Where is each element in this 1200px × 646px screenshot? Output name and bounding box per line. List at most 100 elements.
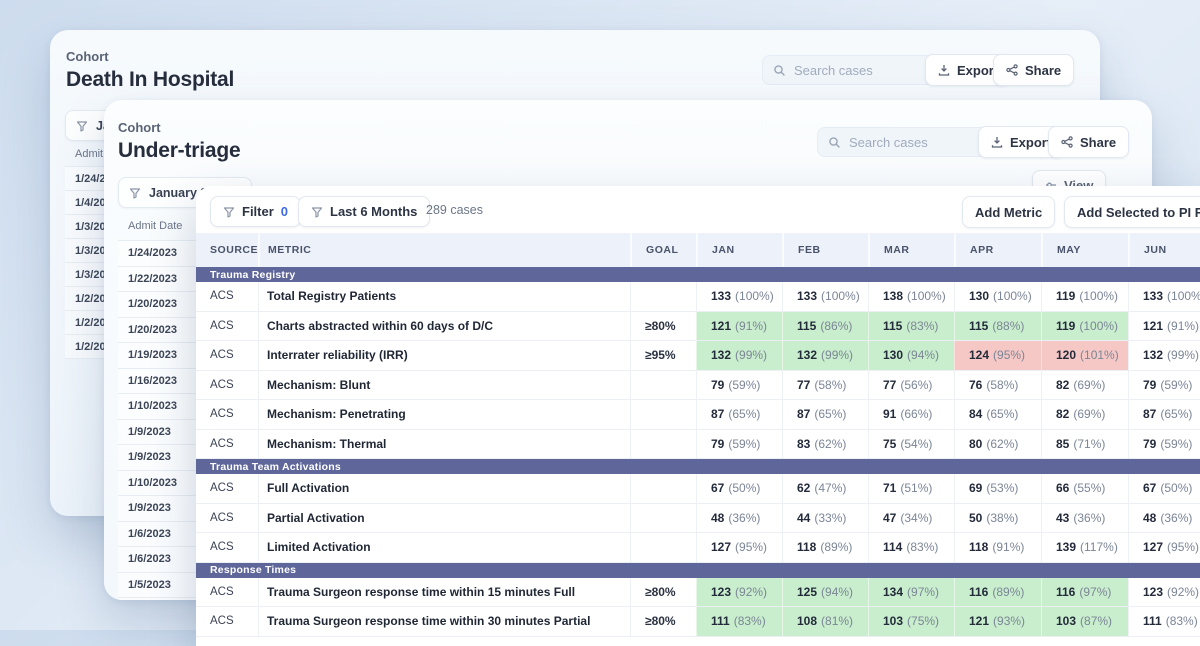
- share-label: Share: [1025, 63, 1061, 78]
- value-number: 71: [883, 481, 896, 495]
- funnel-icon: [76, 120, 88, 132]
- share-button[interactable]: Share: [993, 54, 1074, 86]
- value-cell: 103(75%): [868, 607, 954, 636]
- value-percent: (92%): [735, 585, 767, 599]
- add-metric-button[interactable]: Add Metric: [962, 196, 1055, 228]
- value-percent: (99%): [1167, 348, 1199, 362]
- value-cell: 77(56%): [868, 371, 954, 400]
- value-cell: 87(65%): [696, 400, 782, 429]
- metric-name-cell: Mechanism: Penetrating: [258, 400, 630, 429]
- source-cell: ACS: [196, 312, 258, 341]
- value-cell: 125(94%): [782, 578, 868, 607]
- share-label: Share: [1080, 135, 1116, 150]
- metric-row[interactable]: ACSFull Activation67(50%)62(47%)71(51%)6…: [196, 474, 1200, 504]
- export-label: Export: [1010, 135, 1051, 150]
- add-selected-label: Add Selected to PI Review: [1077, 205, 1200, 220]
- share-button[interactable]: Share: [1048, 126, 1129, 158]
- value-percent: (91%): [735, 319, 767, 333]
- value-percent: (97%): [1079, 585, 1111, 599]
- value-percent: (83%): [906, 540, 938, 554]
- column-header-metric[interactable]: METRIC: [258, 233, 630, 267]
- source-cell: ACS: [196, 504, 258, 533]
- value-number: 91: [883, 407, 896, 421]
- value-number: 125: [797, 585, 817, 599]
- column-header-goal[interactable]: GOAL: [630, 233, 696, 267]
- section-header: Trauma Registry: [196, 267, 1200, 282]
- value-percent: (88%): [992, 319, 1024, 333]
- metric-row[interactable]: ACSTotal Registry Patients133(100%)133(1…: [196, 282, 1200, 312]
- column-header-mar[interactable]: MAR: [868, 233, 954, 267]
- value-percent: (100%): [907, 289, 946, 303]
- value-number: 130: [883, 348, 903, 362]
- value-number: 50: [969, 511, 982, 525]
- value-cell: 67(50%): [696, 474, 782, 503]
- value-number: 87: [711, 407, 724, 421]
- value-number: 111: [1143, 614, 1162, 628]
- section-header: Response Times: [196, 563, 1200, 578]
- value-number: 118: [969, 540, 988, 554]
- filter-button[interactable]: Filter 0: [210, 196, 301, 227]
- value-number: 87: [1143, 407, 1156, 421]
- column-header-feb[interactable]: FEB: [782, 233, 868, 267]
- value-number: 75: [883, 437, 896, 451]
- value-percent: (59%): [728, 437, 760, 451]
- goal-cell: ≥80%: [630, 578, 696, 607]
- search-cases-input[interactable]: Search cases: [762, 55, 942, 85]
- search-cases-input[interactable]: Search cases: [817, 127, 989, 157]
- column-header-jan[interactable]: JAN: [696, 233, 782, 267]
- metric-row[interactable]: ACSMechanism: Penetrating87(65%)87(65%)9…: [196, 400, 1200, 430]
- value-percent: (100%): [735, 289, 774, 303]
- metric-row[interactable]: ACSMechanism: Blunt79(59%)77(58%)77(56%)…: [196, 371, 1200, 401]
- value-number: 67: [1143, 481, 1156, 495]
- metric-row[interactable]: ACSInterrater reliability (IRR)≥95%132(9…: [196, 341, 1200, 371]
- value-percent: (38%): [986, 511, 1018, 525]
- column-header-source[interactable]: SOURCE: [196, 233, 258, 267]
- value-percent: (58%): [986, 378, 1018, 392]
- date-range-button[interactable]: Last 6 Months: [298, 196, 430, 227]
- value-cell: 79(59%): [1128, 371, 1200, 400]
- search-icon: [828, 136, 841, 149]
- value-cell: 62(47%): [782, 474, 868, 503]
- value-cell: 71(51%): [868, 474, 954, 503]
- section-header: Trauma Team Activations: [196, 459, 1200, 474]
- value-percent: (69%): [1073, 407, 1105, 421]
- value-number: 139: [1056, 540, 1076, 554]
- column-header-apr[interactable]: APR: [954, 233, 1041, 267]
- metric-row[interactable]: ACSLimited Activation127(95%)118(89%)114…: [196, 533, 1200, 563]
- value-cell: 138(100%): [868, 282, 954, 311]
- source-cell: ACS: [196, 341, 258, 370]
- column-header-may[interactable]: MAY: [1041, 233, 1128, 267]
- source-cell: ACS: [196, 371, 258, 400]
- value-cell: 47(34%): [868, 504, 954, 533]
- value-percent: (66%): [900, 407, 932, 421]
- metric-name-cell: Mechanism: Thermal: [258, 430, 630, 459]
- column-header-jun[interactable]: JUN: [1128, 233, 1200, 267]
- value-percent: (87%): [1080, 614, 1112, 628]
- value-number: 66: [1056, 481, 1069, 495]
- value-percent: (54%): [900, 437, 932, 451]
- goal-cell: ≥80%: [630, 607, 696, 636]
- metric-row[interactable]: ACSCharts abstracted within 60 days of D…: [196, 312, 1200, 342]
- value-percent: (93%): [993, 614, 1025, 628]
- metric-row[interactable]: ACSTrauma Surgeon response time within 3…: [196, 607, 1200, 637]
- goal-cell: [630, 400, 696, 429]
- value-number: 115: [797, 319, 816, 333]
- value-cell: 111(83%): [1128, 607, 1200, 636]
- value-percent: (65%): [1160, 407, 1192, 421]
- value-number: 132: [1143, 348, 1163, 362]
- metrics-panel: Filter 0 Last 6 Months 289 cases Add Met…: [196, 186, 1200, 646]
- value-cell: 121(91%): [696, 312, 782, 341]
- value-percent: (65%): [986, 407, 1018, 421]
- add-selected-to-pi-review-button[interactable]: Add Selected to PI Review: [1064, 196, 1200, 228]
- add-metric-label: Add Metric: [975, 205, 1042, 220]
- value-number: 69: [969, 481, 982, 495]
- metric-name-cell: Limited Activation: [258, 533, 630, 562]
- value-cell: 91 (66%): [868, 400, 954, 429]
- value-cell: 116(97%): [1041, 578, 1128, 607]
- metric-row[interactable]: ACSMechanism: Thermal79(59%)83(62%)75(54…: [196, 430, 1200, 460]
- metric-row[interactable]: ACSTrauma Surgeon response time within 1…: [196, 578, 1200, 608]
- value-cell: 79(59%): [1128, 430, 1200, 459]
- date-range-label: Last 6 Months: [330, 204, 417, 219]
- value-percent: (100%): [993, 289, 1032, 303]
- metric-row[interactable]: ACSPartial Activation48(36%)44(33%)47(34…: [196, 504, 1200, 534]
